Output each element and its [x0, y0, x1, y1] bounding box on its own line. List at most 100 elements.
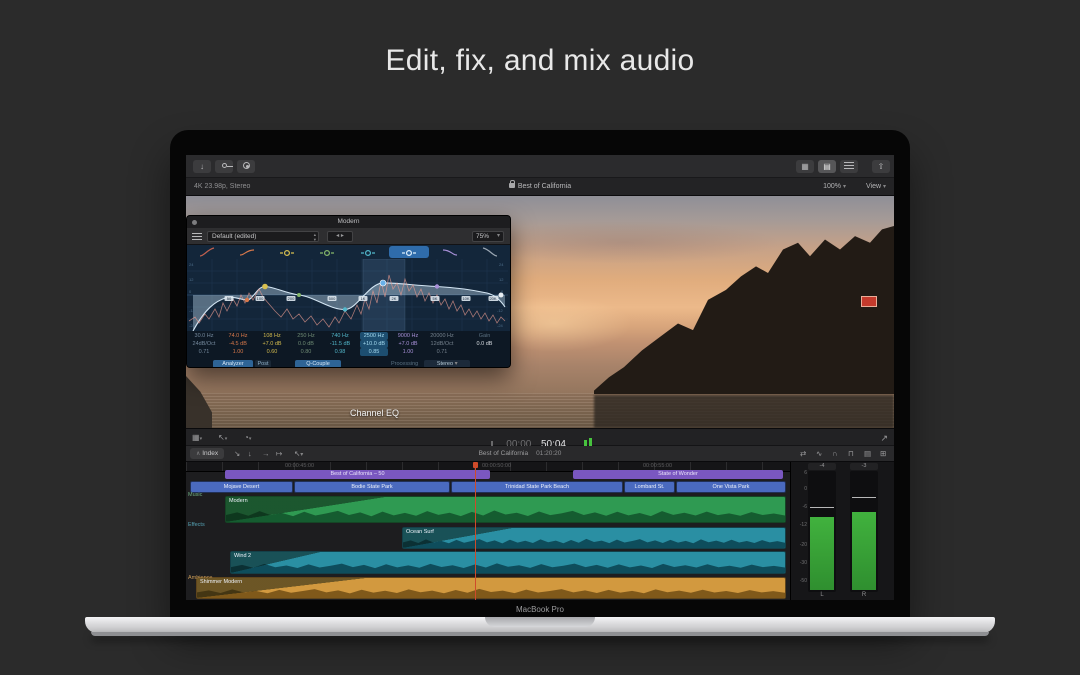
viewer-zoom-menu[interactable]: 100% ▾ [823, 183, 846, 190]
band-4-values[interactable]: 250 Hz0.0 dB0.80 [289, 332, 323, 358]
insert-edit-button[interactable]: ↓ [248, 449, 252, 458]
svg-text:12: 12 [189, 277, 194, 282]
band-8-values[interactable]: 20000 Hz12dB/Oct0.71 [425, 332, 459, 358]
video-clip[interactable]: Bodie State Park [294, 481, 450, 493]
eq-band-7-button[interactable] [430, 245, 470, 259]
left-meter-peak-line [810, 507, 834, 508]
append-edit-icon: → [262, 449, 270, 458]
keyword-editor-button[interactable] [215, 160, 233, 173]
preset-dropdown[interactable]: Default (edited) ▴▾ [207, 231, 319, 242]
clip-menu-button[interactable]: ▦▾ [192, 433, 202, 442]
clip-menu-icon: ▦ [192, 433, 200, 442]
band-1-values[interactable]: 30.0 Hz24dB/Oct0.71 [187, 332, 221, 358]
eq-footer-bar: Analyzer Post Q-Couple Processing Stereo… [187, 358, 510, 368]
audio-skimming-button[interactable]: ∿ [816, 449, 822, 458]
q-couple-button[interactable]: Q-Couple [295, 360, 341, 368]
transport-bar: ▦▾ ↖▾ ◔▾ ‖ 00:00 50:04 ↗ [186, 428, 894, 446]
insert-edit-icon: ↓ [248, 449, 252, 458]
band-5-values[interactable]: 740 Hz-11.5 dB0.98 [323, 332, 357, 358]
eq-band-4-button[interactable] [307, 245, 347, 259]
eq-settings-icon[interactable] [192, 233, 202, 240]
list-view-button[interactable]: ▤ [818, 160, 836, 173]
expand-icon[interactable]: ↗ [880, 433, 888, 444]
connect-edit-button[interactable]: ↘ [234, 449, 240, 458]
viewer-view-menu[interactable]: View ▾ [866, 183, 886, 190]
panels-button[interactable]: ⊞ [880, 449, 886, 458]
chevron-down-icon: ▾ [843, 184, 846, 190]
append-edit-button[interactable]: → [262, 449, 270, 458]
video-viewer[interactable]: Modern Default (edited) ▴▾ ◂ ▸ 75% ▾ [186, 196, 894, 428]
band-3-values[interactable]: 108 Hz+7.0 dB0.60 [255, 332, 289, 358]
tools-menu-button[interactable]: ↖▾ [218, 433, 227, 442]
svg-text:-24: -24 [189, 323, 196, 328]
list-view-icon: ▤ [823, 162, 831, 171]
eq-band-3-button[interactable] [267, 245, 307, 259]
video-clip[interactable]: Lombard St. [624, 481, 675, 493]
svg-text:5K: 5K [433, 296, 438, 301]
eq-band-buttons [187, 245, 510, 259]
band-6-values[interactable]: 2500 Hz+10.0 dB0.85 [357, 332, 391, 358]
page-title: Edit, fix, and mix audio [0, 44, 1080, 78]
snapping-button[interactable]: ⊓ [848, 449, 854, 458]
ruler-timecode: 00:00:55:00 [643, 463, 672, 469]
svg-text:500: 500 [329, 296, 336, 301]
analyzer-mode-button[interactable]: Post [255, 360, 271, 368]
index-button[interactable]: ∧ Index [190, 448, 224, 459]
window-scale-value: 75% [476, 233, 489, 240]
grid-view-button[interactable]: ▦ [796, 160, 814, 173]
timeline[interactable]: 00:00:45:00 00:00:50:00 00:00:55:00 Best… [186, 462, 894, 600]
audio-clip[interactable]: Shimmer Modern [196, 577, 786, 599]
right-meter-level [852, 512, 876, 590]
svg-text:2K: 2K [392, 296, 397, 301]
retime-menu-button[interactable]: ◔▾ [244, 433, 251, 442]
analyzer-button[interactable]: Analyzer [213, 360, 253, 368]
tool-icon: ↖ [218, 433, 225, 442]
svg-text:50: 50 [227, 296, 232, 301]
master-gain-value[interactable]: Gain0.0 dB [459, 332, 510, 358]
playhead[interactable] [475, 462, 476, 600]
left-channel-label: L [808, 592, 836, 598]
marker-clip[interactable]: Best of California – 50 [225, 470, 490, 479]
marker-clip[interactable]: State of Wonder [573, 470, 783, 479]
clip-appearance-button[interactable] [840, 160, 858, 173]
eq-band-2-button[interactable] [227, 245, 267, 259]
video-clip[interactable]: Trinidad State Park Beach [451, 481, 623, 493]
lock-icon [509, 183, 515, 188]
eq-window-titlebar[interactable]: Modern [187, 216, 510, 228]
share-button[interactable]: ⇧ [872, 160, 890, 173]
eq-band-5-button[interactable] [348, 245, 388, 259]
audio-clip[interactable]: Ocean Surf [402, 527, 786, 549]
panels-icon: ⊞ [880, 449, 886, 458]
band-7-values[interactable]: 9000 Hz+7.0 dB1.00 [391, 332, 425, 358]
eq-band-6-button[interactable] [389, 246, 429, 258]
effects-browser-button[interactable]: ▤ [864, 449, 871, 458]
tool-menu-button[interactable]: ↖▾ [294, 449, 303, 458]
band-2-values[interactable]: 74.0 Hz-4.5 dB1.00 [221, 332, 255, 358]
app-screen: ↓ ▦ ▤ ⇧ 4K 23.98p, Stereo Best of Califo… [186, 155, 894, 600]
channel-eq-window[interactable]: Modern Default (edited) ▴▾ ◂ ▸ 75% ▾ [186, 215, 511, 368]
skimming-button[interactable]: ⇄ [800, 449, 806, 458]
import-button[interactable]: ↓ [193, 160, 211, 173]
background-tasks-button[interactable] [237, 160, 255, 173]
prev-icon: ◂ [336, 233, 339, 239]
close-icon[interactable] [192, 220, 197, 225]
svg-text:200: 200 [288, 296, 295, 301]
overwrite-edit-button[interactable]: ↦ [276, 449, 282, 458]
chevron-down-icon: ▾ [883, 184, 886, 190]
eq-band-8-button[interactable] [470, 245, 510, 259]
audio-clip[interactable]: Modern [225, 496, 786, 523]
fade-in-handle[interactable] [226, 497, 386, 522]
preset-prev-next[interactable]: ◂ ▸ [327, 231, 353, 242]
audio-clip[interactable]: Wind 2 [230, 551, 786, 574]
processing-dropdown[interactable]: Stereo ▾ [424, 360, 470, 368]
solo-button[interactable]: ∩ [832, 449, 837, 458]
eq-display: 50 100 200 500 1K 2K 5K 10K 20K [187, 245, 510, 331]
eq-frequency-graph[interactable]: 50 100 200 500 1K 2K 5K 10K 20K [187, 259, 508, 331]
eq-band-1-button[interactable] [187, 245, 227, 259]
audio-meters-panel: -4 -3 6 0 -6 -12 -20 -30 -50 [790, 462, 894, 600]
plugin-caption: Channel EQ [212, 408, 537, 418]
video-clip[interactable]: One Vista Park [676, 481, 786, 493]
meter-scale-tick: 0 [791, 486, 807, 492]
window-scale-dropdown[interactable]: 75% ▾ [472, 231, 504, 242]
chevron-down-icon: ▾ [497, 232, 500, 241]
